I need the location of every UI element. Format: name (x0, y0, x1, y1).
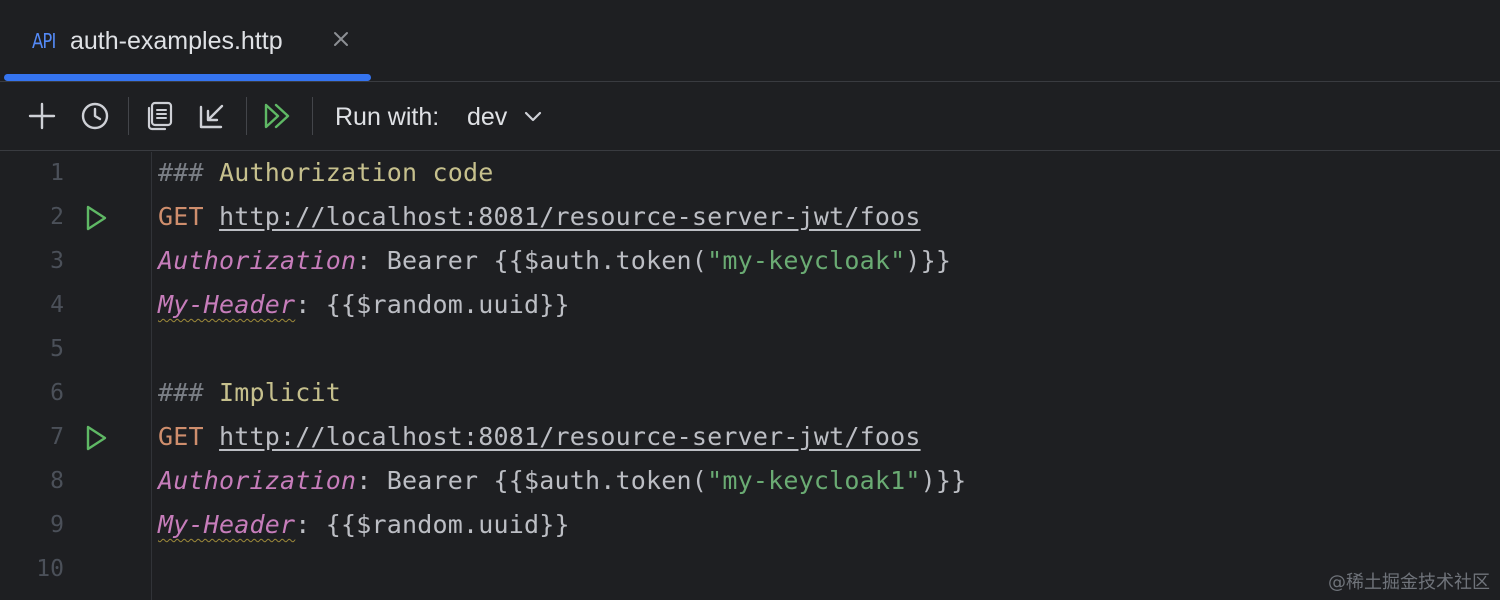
line-number: 1 (50, 160, 64, 186)
code-token: My-Header (158, 510, 296, 539)
code-line[interactable]: 2 GET http://localhost:8081/resource-serv… (0, 196, 1500, 240)
code-token: "my-keycloak1" (707, 466, 921, 495)
code-text: Authorization: Bearer {{$auth.token("my-… (158, 246, 951, 275)
toolbar-separator (246, 97, 247, 135)
code-text: ### Implicit (158, 378, 341, 407)
code-token: Authorization (158, 246, 357, 275)
line-number: 7 (50, 424, 64, 450)
history-icon (81, 102, 109, 130)
chevron-down-icon[interactable] (524, 110, 542, 124)
code-text: ### Authorization code (158, 158, 494, 187)
run-all-icon (264, 103, 290, 129)
code-line[interactable]: 8 Authorization: Bearer {{$auth.token("my… (0, 460, 1500, 504)
line-number: 9 (50, 512, 64, 538)
api-file-icon: API (32, 29, 56, 53)
import-icon (199, 104, 224, 129)
add-request-button[interactable] (26, 100, 58, 132)
import-button[interactable] (196, 100, 228, 132)
close-icon[interactable] (330, 28, 352, 50)
toolbar-separator (128, 97, 129, 135)
line-number: 5 (50, 336, 64, 362)
code-token: http://localhost:8081/resource-server-jw… (219, 202, 921, 231)
code-token: ### (158, 158, 220, 187)
code-token: My-Header (158, 290, 296, 319)
code-token: Authorization code (219, 158, 494, 187)
code-text: My-Header: {{$random.uuid}} (158, 510, 570, 539)
code-token: : {{$random.uuid}} (295, 510, 570, 539)
code-token: Implicit (219, 378, 342, 407)
code-line[interactable]: 1 ### Authorization code (0, 152, 1500, 196)
code-token: : {{$random.uuid}} (295, 290, 570, 319)
code-text: GET http://localhost:8081/resource-serve… (158, 422, 921, 451)
run-all-button[interactable] (262, 100, 294, 132)
line-number: 6 (50, 380, 64, 406)
active-tab-indicator (4, 74, 371, 81)
environment-selector[interactable]: dev (467, 103, 507, 132)
code-token: Authorization (158, 466, 357, 495)
run-icon[interactable] (82, 424, 110, 452)
code-line[interactable]: 6 ### Implicit (0, 372, 1500, 416)
code-line[interactable]: 7 GET http://localhost:8081/resource-serv… (0, 416, 1500, 460)
code-token: "my-keycloak" (707, 246, 906, 275)
code-token: GET (158, 422, 204, 451)
tab-title: auth-examples.http (70, 27, 283, 55)
code-token: GET (158, 202, 204, 231)
line-number: 10 (36, 556, 64, 582)
code-token: : Bearer {{$auth.token( (356, 466, 708, 495)
run-icon[interactable] (82, 204, 110, 232)
editor-tab-bar: API auth-examples.http (0, 0, 1500, 82)
code-token: http://localhost:8081/resource-server-jw… (219, 422, 921, 451)
run-with-label: Run with: (335, 103, 440, 131)
code-line[interactable]: 10 (0, 548, 1500, 592)
code-editor[interactable]: 1 ### Authorization code 2 GET http://local… (0, 152, 1500, 600)
plus-icon (28, 102, 56, 130)
line-number: 8 (50, 468, 64, 494)
code-text: Authorization: Bearer {{$auth.token("my-… (158, 466, 966, 495)
code-token: ### (158, 378, 220, 407)
code-line[interactable]: 4 My-Header: {{$random.uuid}} (0, 284, 1500, 328)
code-token: )}} (920, 466, 967, 495)
code-line[interactable]: 5 (0, 328, 1500, 372)
copy-icon (147, 101, 173, 131)
convert-button[interactable] (144, 100, 176, 132)
line-number: 4 (50, 292, 64, 318)
code-line[interactable]: 9 My-Header: {{$random.uuid}} (0, 504, 1500, 548)
line-number: 3 (50, 248, 64, 274)
code-line[interactable]: 3 Authorization: Bearer {{$auth.token("my… (0, 240, 1500, 284)
watermark: @稀土掘金技术社区 (1328, 572, 1490, 593)
code-text: My-Header: {{$random.uuid}} (158, 290, 570, 319)
code-token: )}} (905, 246, 952, 275)
code-token: : Bearer {{$auth.token( (356, 246, 708, 275)
line-number: 2 (50, 204, 64, 230)
history-button[interactable] (79, 100, 111, 132)
http-client-toolbar: Run with: dev (0, 83, 1500, 151)
toolbar-separator (312, 97, 313, 135)
tab-auth-examples[interactable]: API auth-examples.http (4, 0, 371, 82)
code-text: GET http://localhost:8081/resource-serve… (158, 202, 921, 231)
